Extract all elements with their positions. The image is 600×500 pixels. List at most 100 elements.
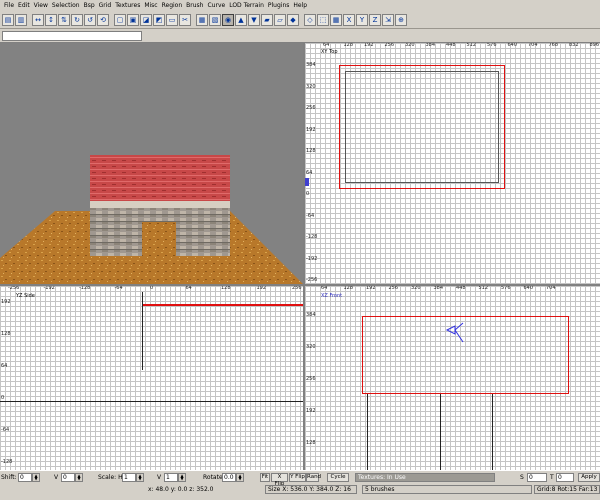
toolbar: ▤ ▥ ↔ ↕ ⇅ ↻ ↺ ⟲ ▢ ▣ ◪ ◩ ▭ ✂ ▦ ▧ ◉ ▲ ▼ ▰ ▱ ◆ ◇ ⬚ ▦ X Y Z ⇲ ⊕ bbox=[0, 12, 600, 29]
xz-front-viewport[interactable]: 64 128 192 256 320 384 448 512 576 640 704 384 320 2… bbox=[305, 286, 600, 470]
xy-left-tick: 0 bbox=[306, 191, 310, 197]
rotate-spinner[interactable]: ▲ ▼ bbox=[236, 473, 244, 482]
z-axis-flip-icon[interactable]: ⇅ bbox=[58, 14, 70, 26]
x-icon[interactable]: X bbox=[343, 14, 355, 26]
xy-top-tick: 896 bbox=[589, 43, 600, 48]
apply-button[interactable]: Apply bbox=[578, 473, 600, 482]
yz-horizon-line bbox=[0, 401, 303, 402]
shift-v-spinner[interactable]: ▲ ▼ bbox=[75, 473, 83, 482]
thicken-icon[interactable]: ▱ bbox=[274, 14, 286, 26]
xz-left-ruler: 38432025619212864 bbox=[305, 286, 319, 470]
select-complete-tall-icon[interactable]: ▢ bbox=[114, 14, 126, 26]
csg-merge-icon[interactable]: ◩ bbox=[153, 14, 165, 26]
camera-position-icon[interactable] bbox=[445, 322, 467, 344]
selected-brush-outline[interactable] bbox=[339, 65, 505, 189]
t-field[interactable]: 0 bbox=[556, 473, 574, 482]
scale-v-label: V bbox=[157, 474, 162, 481]
scale-h-label: Scale: H bbox=[98, 474, 123, 481]
brush-count: 5 brushes bbox=[362, 485, 532, 494]
menu-bsp[interactable]: Bsp bbox=[82, 0, 97, 12]
xy-top-tick: 512 bbox=[466, 43, 477, 48]
scale-v-spinner[interactable]: ▲ ▼ bbox=[178, 473, 186, 482]
xy-top-tick: 320 bbox=[405, 43, 415, 48]
cap-icon[interactable]: ◆ bbox=[287, 14, 299, 26]
y-icon[interactable]: Y bbox=[356, 14, 368, 26]
yz-top-tick: -192 bbox=[43, 286, 55, 291]
scale-h-spinner[interactable]: ▲ ▼ bbox=[136, 473, 144, 482]
camera-scene bbox=[0, 155, 303, 284]
xy-top-tick: 256 bbox=[384, 43, 395, 48]
show-entities-icon[interactable]: ◉ bbox=[222, 14, 234, 26]
yz-top-ruler: -256 -192 -128 -64 0 64 128 192 256 bbox=[0, 286, 303, 292]
camera-viewport[interactable] bbox=[0, 43, 303, 284]
xz-top-tick: 384 bbox=[433, 286, 444, 291]
shift-h-spinner[interactable]: ▲ ▼ bbox=[32, 473, 40, 482]
menu-brush[interactable]: Brush bbox=[184, 0, 205, 12]
xy-top-tick: 640 bbox=[507, 43, 518, 48]
yz-side-viewport[interactable]: -256 -192 -128 -64 0 64 128 192 256 192 128 64 0 -64… bbox=[0, 286, 303, 470]
curve-icon[interactable]: ◇ bbox=[304, 14, 316, 26]
terrain-icon[interactable]: ⬚ bbox=[317, 14, 329, 26]
texture-lock-icon[interactable]: ▧ bbox=[209, 14, 221, 26]
selection-size: Size X: 536.0 Y: 384.0 Z: 16 bbox=[265, 485, 357, 494]
xy-left-tick: -192 bbox=[306, 255, 318, 262]
rotate-field[interactable]: 0.0 bbox=[222, 473, 236, 482]
menu-edit[interactable]: Edit bbox=[16, 0, 32, 12]
xy-left-ruler: 384 320 256 192 128 64 0 -64 -128 -192 -256 bbox=[305, 43, 319, 284]
select-touching-icon[interactable]: ▣ bbox=[127, 14, 139, 26]
texture-browser-icon[interactable]: ▦ bbox=[330, 14, 342, 26]
cycle-button[interactable]: Cycle bbox=[327, 473, 349, 482]
x-axis-flip-icon[interactable]: ↔ bbox=[32, 14, 44, 26]
scale-icon[interactable]: ⇲ bbox=[382, 14, 394, 26]
s-field[interactable]: 0 bbox=[527, 473, 547, 482]
camera-icon[interactable]: ▲ bbox=[235, 14, 247, 26]
rotate-y-icon[interactable]: ↺ bbox=[84, 14, 96, 26]
save-icon[interactable]: ▥ bbox=[15, 14, 27, 26]
rotate-z-icon[interactable]: ⟲ bbox=[97, 14, 109, 26]
z-icon[interactable]: Z bbox=[369, 14, 381, 26]
clipper-icon[interactable]: ✂ bbox=[179, 14, 191, 26]
xy-top-viewport[interactable]: 64 128 192 256 320 384 448 512 576 640 704 768 832 89… bbox=[305, 43, 600, 284]
rand-button[interactable]: Rand bbox=[306, 473, 321, 482]
menu-lod-terrain[interactable]: LOD Terrain bbox=[227, 0, 266, 12]
x-flip-button[interactable]: X Flip bbox=[271, 473, 288, 487]
hollow-icon[interactable]: ▭ bbox=[166, 14, 178, 26]
scale-v-field[interactable]: 1 bbox=[164, 473, 178, 482]
rotate-x-icon[interactable]: ↻ bbox=[71, 14, 83, 26]
menu-region[interactable]: Region bbox=[160, 0, 185, 12]
menu-view[interactable]: View bbox=[32, 0, 50, 12]
menu-plugins[interactable]: Plugins bbox=[266, 0, 292, 12]
vertical-splitter[interactable] bbox=[303, 43, 305, 470]
yz-left-ruler: 192 128 64 0 -64 -128 bbox=[0, 286, 14, 470]
xy-top-tick: 832 bbox=[569, 43, 579, 48]
menu-misc[interactable]: Misc bbox=[142, 0, 159, 12]
menu-grid[interactable]: Grid bbox=[97, 0, 114, 12]
wall-right-block bbox=[176, 208, 230, 256]
xy-top-tick: 704 bbox=[528, 43, 538, 48]
texture-name-input[interactable] bbox=[2, 31, 142, 41]
open-icon[interactable]: ▤ bbox=[2, 14, 14, 26]
bend-icon[interactable]: ▰ bbox=[261, 14, 273, 26]
yz-top-tick: 128 bbox=[221, 286, 231, 291]
y-flip-button[interactable]: Y Flip bbox=[289, 473, 306, 482]
shift-v-field[interactable]: 0 bbox=[61, 473, 75, 482]
menu-selection[interactable]: Selection bbox=[50, 0, 82, 12]
change-views-icon[interactable]: ▦ bbox=[196, 14, 208, 26]
xy-top-tick: 768 bbox=[548, 43, 559, 48]
menu-help[interactable]: Help bbox=[291, 0, 309, 12]
rotate-icon[interactable]: ⊕ bbox=[395, 14, 407, 26]
csg-subtract-icon[interactable]: ◪ bbox=[140, 14, 152, 26]
fit-button[interactable]: Fit bbox=[260, 473, 270, 482]
patch-icon[interactable]: ▼ bbox=[248, 14, 260, 26]
shift-h-field[interactable]: 0 bbox=[18, 473, 32, 482]
menu-curve[interactable]: Curve bbox=[205, 0, 227, 12]
y-axis-flip-icon[interactable]: ↕ bbox=[45, 14, 57, 26]
xz-top-tick: 512 bbox=[478, 286, 489, 291]
xz-view-label: XZ Front bbox=[321, 293, 343, 299]
menu-file[interactable]: File bbox=[2, 0, 16, 12]
horizontal-splitter[interactable] bbox=[0, 284, 600, 286]
menu-textures[interactable]: Textures bbox=[113, 0, 142, 12]
yz-top-tick: 0 bbox=[150, 286, 154, 291]
xz-top-tick: 256 bbox=[388, 286, 399, 291]
scale-h-field[interactable]: 1 bbox=[122, 473, 136, 482]
